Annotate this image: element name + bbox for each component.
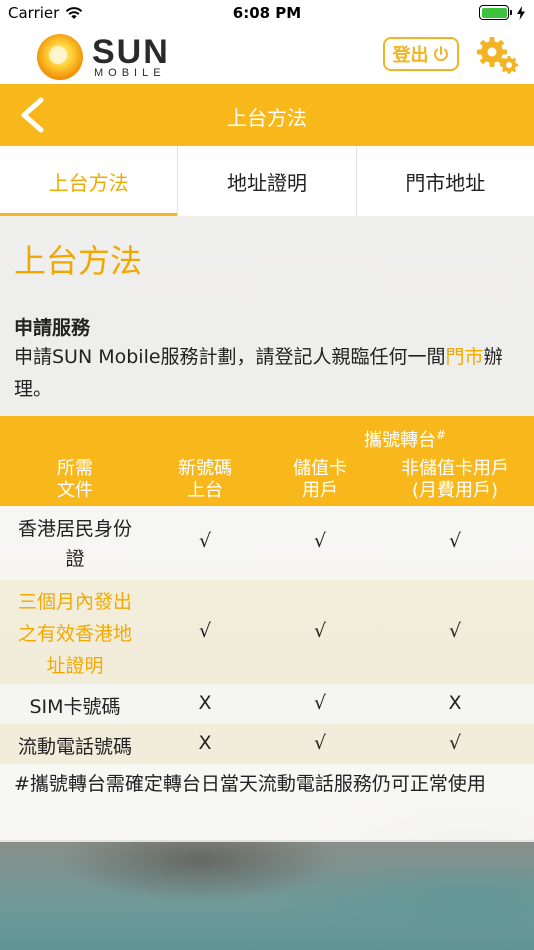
service-subtitle: 申請服務 [14,317,91,339]
nav-bar: 上台方法 [0,84,534,146]
row-value: √ [313,530,327,552]
row-value: X [448,692,462,714]
row-value: X [198,732,212,754]
nav-title: 上台方法 [227,106,307,130]
row-value: √ [313,692,327,714]
row-doc-name: SIM卡號碼 [29,696,121,718]
row-value: √ [313,620,327,642]
power-icon [433,46,448,62]
tab-shop-address[interactable]: 門市地址 [357,146,534,216]
row-value: √ [448,732,462,754]
settings-gear-icon[interactable] [474,34,520,76]
table-row: 香港居民身份證 √ √ √ [0,506,534,580]
row-value: √ [448,620,462,642]
row-value: √ [198,530,212,552]
header-postpaid-user: 非儲值卡用戶 (月費用戶) [401,458,509,501]
battery-indicator [479,5,526,20]
service-description: 申請SUN Mobile服務計劃，請登記人親臨任何一間門市辦理。 [14,341,522,405]
section-title: 上台方法 [14,242,143,280]
desc-text: 申請SUN Mobile服務計劃，請登記人親臨任何一間 [14,346,446,368]
logout-button[interactable]: 登出 [383,37,459,71]
charging-icon [517,5,525,20]
table-row: 三個月內發出 之有效香港地 址證明 √ √ √ [0,580,534,684]
logout-label: 登出 [392,45,429,66]
row-value: √ [313,732,327,754]
logo-subtext: MOBILE [94,67,166,79]
header-prepaid-user: 儲值卡 用戶 [293,458,347,501]
table-row: 流動電話號碼 X √ √ [0,724,534,764]
status-time: 6:08 PM [232,4,302,22]
shop-link[interactable]: 門市 [446,346,484,368]
battery-icon [479,5,512,20]
app-header: SUN MOBILE 登出 [0,26,534,84]
header-required-docs: 所需 文件 [57,458,93,501]
status-bar: Carrier 6:08 PM [0,0,534,26]
header-new-number: 新號碼 上台 [178,458,232,501]
number-transfer-header: 攜號轉台# [363,428,447,451]
transfer-footnote: #攜號轉台需確定轉台日當天流動電話服務仍可正常使用 [0,764,534,842]
table-row: SIM卡號碼 X √ X [0,684,534,724]
sun-mobile-logo: SUN MOBILE [34,31,184,81]
sun-logo-icon [37,34,83,80]
tab-how-to-subscribe[interactable]: 上台方法 [0,146,179,216]
table-header: 攜號轉台# 所需 文件 新號碼 上台 儲值卡 用戶 非儲值卡用戶 (月費用戶) [0,416,534,506]
row-value: √ [198,620,212,642]
row-value: X [198,692,212,714]
tab-bar: 上台方法 地址證明 門市地址 [0,146,534,216]
row-value: √ [448,530,462,552]
row-doc-name: 流動電話號碼 [17,736,132,758]
tab-address-proof[interactable]: 地址證明 [178,146,357,216]
background-photo-lower [0,840,534,950]
row-doc-name[interactable]: 三個月內發出 之有效香港地 址證明 [0,586,150,682]
row-doc-name: 香港居民身份證 [17,518,132,570]
